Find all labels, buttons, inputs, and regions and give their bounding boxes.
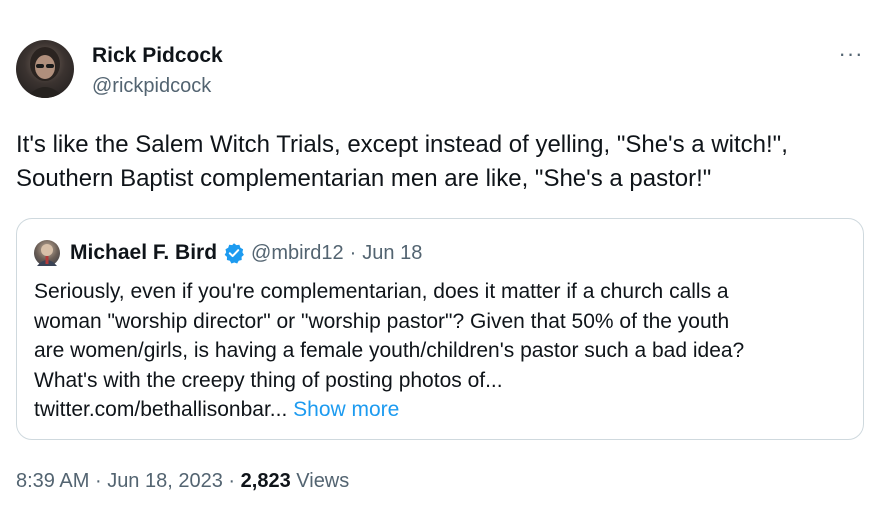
separator-dot: · [94, 470, 102, 492]
tweet-text-line: It's like the Salem Witch Trials, except… [16, 131, 788, 158]
quoted-author-handle[interactable]: @mbird12 [251, 242, 344, 265]
tweet-text: It's like the Salem Witch Trials, except… [16, 128, 876, 196]
quoted-tweet-date[interactable]: Jun 18 [362, 242, 422, 265]
tweet-date[interactable]: Jun 18, 2023 [107, 470, 223, 492]
tweet: Rick Pidcock @rickpidcock ··· It's like … [0, 0, 885, 509]
quoted-text-line: are women/girls, is having a female yout… [34, 339, 745, 362]
avatar-photo-icon [37, 244, 57, 266]
verified-badge-icon [223, 242, 245, 264]
quoted-author-avatar[interactable] [34, 240, 60, 266]
views-label: Views [296, 470, 350, 492]
more-options-icon[interactable]: ··· [837, 40, 865, 68]
show-more-link[interactable]: Show more [293, 398, 399, 421]
quoted-text-line: What's with the creepy thing of posting … [34, 368, 503, 392]
views-count: 2,823 [240, 470, 291, 492]
separator-dot: · [228, 470, 236, 492]
quoted-tweet[interactable]: Michael F. Bird @mbird12 · Jun 18 Seriou… [16, 218, 864, 440]
tweet-metadata: 8:39 AM · Jun 18, 2023 · 2,823 Views [16, 469, 349, 493]
author-handle[interactable]: @rickpidcock [92, 74, 211, 98]
quoted-tweet-text: Seriously, even if you're complementaria… [34, 277, 854, 425]
separator-dot: · [349, 241, 357, 264]
quoted-text-line: twitter.com/bethallisonbar... Show more [34, 395, 854, 425]
tweet-time[interactable]: 8:39 AM [16, 470, 89, 492]
quoted-tweet-header: Michael F. Bird @mbird12 · Jun 18 [34, 240, 422, 266]
quoted-text-line: Seriously, even if you're complementaria… [34, 280, 729, 303]
quoted-author-name[interactable]: Michael F. Bird [70, 241, 217, 265]
tweet-text-line: Southern Baptist complementarian men are… [16, 165, 712, 192]
quoted-text-line: woman "worship director" or "worship pas… [34, 309, 730, 333]
author-name[interactable]: Rick Pidcock [92, 44, 223, 68]
quoted-link[interactable]: twitter.com/bethallisonbar... [34, 398, 287, 421]
avatar-photo-icon [26, 47, 64, 98]
author-avatar[interactable] [16, 40, 74, 98]
